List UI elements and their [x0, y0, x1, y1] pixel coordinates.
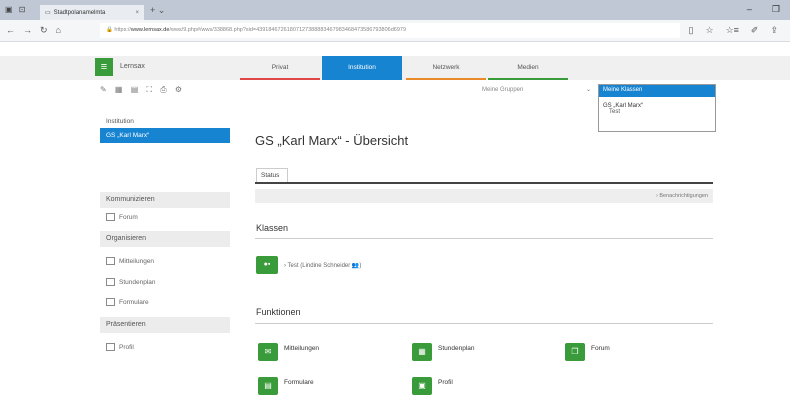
sidebar-item-forum[interactable]: Forum [106, 213, 138, 221]
tab-status[interactable]: Status [256, 168, 288, 182]
sidebar-item-profil[interactable]: Profil [106, 343, 134, 351]
reading-view-icon[interactable]: ▯ [689, 25, 694, 36]
browser-titlebar: ▣ ⊡ ▭ Stadtpolanamelmta × + ⌄ – ❐ [0, 0, 790, 20]
klassen-heading: Klassen [256, 223, 289, 233]
tab-netzwerk[interactable]: Netzwerk [406, 56, 486, 80]
dropdown-option-school[interactable]: GS „Karl Marx“ [599, 97, 715, 109]
function-mitteilungen[interactable]: ✉ Mitteilungen [258, 343, 319, 361]
messages-icon: ✉ [258, 343, 278, 361]
messages-icon [106, 257, 115, 265]
form-icon: ▤ [258, 377, 278, 395]
divider [255, 238, 713, 239]
divider [255, 323, 713, 324]
sidebar: Institution GS „Karl Marx“ [100, 115, 230, 143]
close-tab-icon[interactable]: × [135, 10, 139, 16]
forum-icon: ❐ [565, 343, 585, 361]
group-icon: ●▪ [256, 256, 278, 274]
chevron-down-icon: ⌄ [585, 87, 591, 93]
profile-icon [106, 343, 115, 351]
home-icon[interactable]: ⌂ [56, 25, 61, 36]
notifications-link[interactable]: › Benachrichtigungen [255, 189, 713, 203]
notes-icon[interactable]: ✐ [751, 25, 759, 36]
forum-icon [106, 213, 115, 221]
calendar-icon: ▦ [412, 343, 432, 361]
calendar-icon [106, 278, 115, 286]
share-icon[interactable]: ⇪ [770, 25, 778, 36]
favorite-star-icon[interactable]: ☆ [706, 25, 714, 36]
sidebar-section-organisieren: Organisieren [100, 231, 230, 247]
sidebar-item-school[interactable]: GS „Karl Marx“ [100, 128, 230, 143]
klasse-label[interactable]: › Test (Lindine Schneider 👥) [284, 262, 361, 269]
address-bar-area: ← → ↻ ⌂ 🔒 https://www.lernsax.de/wws/9.p… [0, 20, 790, 42]
favorites-icon[interactable]: ☆≡ [726, 25, 739, 36]
tab-medien[interactable]: Medien [488, 56, 568, 80]
profile-icon: ▣ [412, 377, 432, 395]
sidebar-item-mitteilungen[interactable]: Mitteilungen [106, 257, 154, 265]
browser-tab-actions-icons[interactable]: ▣ ⊡ [5, 5, 27, 14]
dropdown-option-test[interactable]: Test [599, 109, 715, 115]
brand-logo[interactable]: Lernsax [120, 63, 145, 70]
classes-dropdown[interactable]: Meine Klassen GS „Karl Marx“ Test [598, 84, 716, 132]
tab-institution[interactable]: Institution [322, 56, 402, 80]
function-profil[interactable]: ▣ Profil [412, 377, 453, 395]
url-input[interactable]: 🔒 https://www.lernsax.de/wws/9.php#/wws/… [100, 23, 680, 38]
sidebar-section-praesentieren: Präsentieren [100, 317, 230, 333]
minimize-icon[interactable]: – [747, 4, 752, 15]
new-tab-button[interactable]: + ⌄ [150, 5, 165, 16]
page-title: GS „Karl Marx“ - Übersicht [255, 133, 409, 148]
function-formulare[interactable]: ▤ Formulare [258, 377, 314, 395]
hamburger-icon[interactable]: ≡ [95, 58, 113, 76]
toolbar-icons[interactable]: ✎ ▦ ▤ ⛶ ⎙ ⚙ [100, 85, 185, 95]
tab-privat[interactable]: Privat [240, 56, 320, 80]
maximize-icon[interactable]: ❐ [772, 4, 780, 15]
sidebar-item-stundenplan[interactable]: Stundenplan [106, 278, 156, 286]
refresh-icon[interactable]: ↻ [40, 25, 48, 36]
tab-divider [255, 182, 713, 184]
dropdown-option-meine-klassen[interactable]: Meine Klassen [599, 85, 715, 97]
klasse-item[interactable]: ●▪ › Test (Lindine Schneider 👥) [256, 256, 361, 274]
funktionen-heading: Funktionen [256, 307, 301, 317]
sidebar-heading[interactable]: Institution [100, 115, 230, 128]
forward-icon[interactable]: → [23, 25, 32, 36]
back-icon[interactable]: ← [6, 25, 15, 36]
form-icon [106, 298, 115, 306]
browser-tab-title: Stadtpolanamelmta [53, 9, 106, 16]
groups-select[interactable]: Meine Gruppen ⌄ [478, 84, 594, 97]
sidebar-item-formulare[interactable]: Formulare [106, 298, 149, 306]
function-forum[interactable]: ❐ Forum [565, 343, 610, 361]
browser-tab[interactable]: ▭ Stadtpolanamelmta × [40, 5, 144, 20]
sidebar-section-kommunizieren: Kommunizieren [100, 192, 230, 208]
page-icon: ▭ [45, 10, 51, 16]
function-stundenplan[interactable]: ▦ Stundenplan [412, 343, 475, 361]
